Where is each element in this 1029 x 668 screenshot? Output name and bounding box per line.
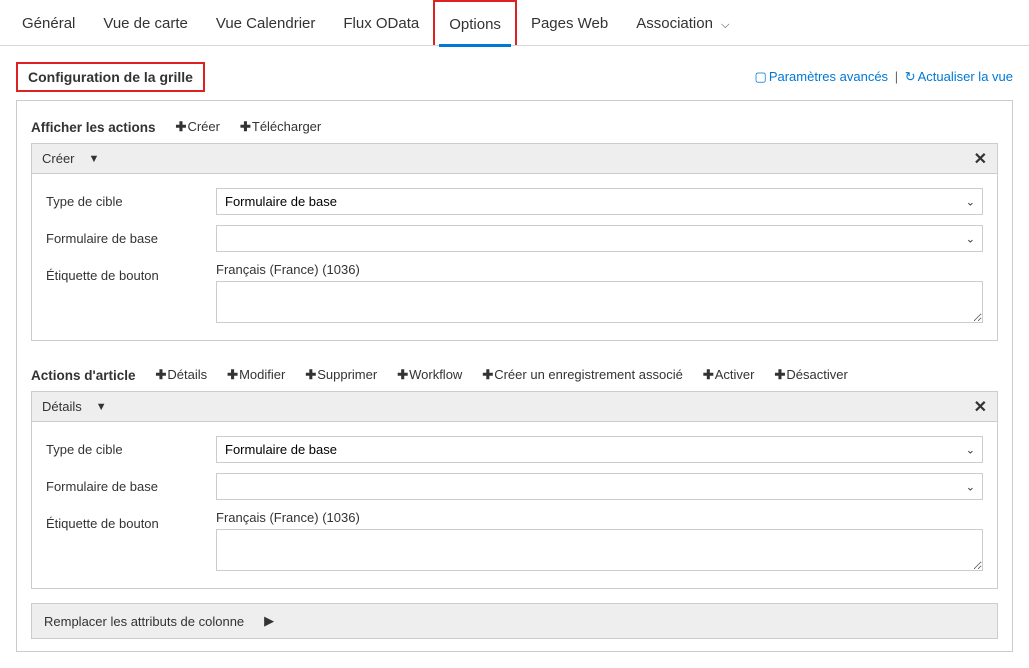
- form-row-target-type: Type de cible ⌄: [46, 188, 983, 215]
- grid-config-heading: Configuration de la grille: [16, 62, 205, 92]
- add-deactivate-label: Désactiver: [786, 367, 847, 382]
- plus-icon: ✚: [774, 367, 785, 382]
- close-icon[interactable]: ✕: [974, 149, 987, 169]
- close-icon[interactable]: ✕: [974, 397, 987, 417]
- add-deactivate-button[interactable]: ✚Désactiver: [774, 367, 847, 383]
- config-panel: Afficher les actions ✚Créer ✚Télécharger…: [16, 100, 1013, 652]
- details-collapse-header[interactable]: Détails ▼ ✕: [31, 391, 998, 422]
- plus-icon: ✚: [240, 119, 251, 134]
- tab-association-label: Association: [636, 15, 713, 32]
- add-download-label: Télécharger: [252, 119, 321, 134]
- base-form-select-2[interactable]: [216, 473, 983, 500]
- form-row-target-type-2: Type de cible ⌄: [46, 436, 983, 463]
- language-label-2: Français (France) (1036): [216, 510, 983, 525]
- add-download-button[interactable]: ✚Télécharger: [240, 119, 321, 135]
- refresh-icon: ↻: [905, 69, 916, 84]
- add-create-assoc-button[interactable]: ✚Créer un enregistrement associé: [482, 367, 683, 383]
- base-form-select[interactable]: [216, 225, 983, 252]
- form-row-button-label-2: Étiquette de bouton Français (France) (1…: [46, 510, 983, 574]
- tab-webpages[interactable]: Pages Web: [517, 1, 622, 44]
- language-label: Français (France) (1036): [216, 262, 983, 277]
- refresh-view-link[interactable]: ↻Actualiser la vue: [905, 69, 1013, 84]
- plus-icon: ✚: [703, 367, 714, 382]
- plus-icon: ✚: [176, 119, 187, 134]
- target-type-select[interactable]: [216, 188, 983, 215]
- replace-columns-label: Remplacer les attributs de colonne: [44, 614, 244, 629]
- add-delete-label: Supprimer: [317, 367, 377, 382]
- header-links: ▢Paramètres avancés | ↻Actualiser la vue: [755, 69, 1013, 85]
- tab-bar: Général Vue de carte Vue Calendrier Flux…: [0, 0, 1029, 46]
- advanced-settings-label: Paramètres avancés: [769, 69, 888, 84]
- plus-icon: ✚: [482, 367, 493, 382]
- add-activate-label: Activer: [715, 367, 755, 382]
- view-actions-title: Afficher les actions: [31, 120, 156, 135]
- target-type-label-2: Type de cible: [46, 436, 216, 457]
- button-label-textarea[interactable]: [216, 281, 983, 323]
- add-workflow-button[interactable]: ✚Workflow: [397, 367, 462, 383]
- caret-right-icon: ▶: [264, 613, 274, 629]
- details-collapse-body: Type de cible ⌄ Formulaire de base ⌄ Éti…: [31, 422, 998, 589]
- tab-calendar[interactable]: Vue Calendrier: [202, 1, 330, 44]
- replace-columns-bar[interactable]: Remplacer les attributs de colonne ▶: [31, 603, 998, 639]
- create-collapse-title: Créer: [42, 151, 75, 166]
- chevron-down-icon: ⌵: [721, 19, 729, 31]
- plus-icon: ✚: [227, 367, 238, 382]
- add-activate-button[interactable]: ✚Activer: [703, 367, 755, 383]
- add-delete-button[interactable]: ✚Supprimer: [305, 367, 377, 383]
- form-row-base-form: Formulaire de base ⌄: [46, 225, 983, 252]
- view-actions-row: Afficher les actions ✚Créer ✚Télécharger: [31, 119, 998, 135]
- button-label-textarea-2[interactable]: [216, 529, 983, 571]
- item-actions-title: Actions d'article: [31, 368, 136, 383]
- add-details-button[interactable]: ✚Détails: [156, 367, 208, 383]
- button-label-label: Étiquette de bouton: [46, 262, 216, 283]
- target-type-label: Type de cible: [46, 188, 216, 209]
- header-row: Configuration de la grille ▢Paramètres a…: [16, 62, 1013, 92]
- tab-odata[interactable]: Flux OData: [329, 1, 433, 44]
- tab-options[interactable]: Options: [433, 0, 517, 45]
- tab-association[interactable]: Association ⌵: [622, 1, 743, 44]
- settings-box-icon: ▢: [755, 69, 767, 84]
- plus-icon: ✚: [305, 367, 316, 382]
- tab-map[interactable]: Vue de carte: [89, 1, 202, 44]
- caret-down-icon: ▼: [89, 153, 100, 165]
- plus-icon: ✚: [397, 367, 408, 382]
- add-details-label: Détails: [167, 367, 207, 382]
- tab-general[interactable]: Général: [8, 1, 89, 44]
- base-form-label-2: Formulaire de base: [46, 473, 216, 494]
- add-create-assoc-label: Créer un enregistrement associé: [494, 367, 683, 382]
- item-actions-row: Actions d'article ✚Détails ✚Modifier ✚Su…: [31, 367, 998, 383]
- create-collapse-body: Type de cible ⌄ Formulaire de base ⌄ Éti…: [31, 174, 998, 341]
- target-type-select-2[interactable]: [216, 436, 983, 463]
- details-collapse-title: Détails: [42, 399, 82, 414]
- form-row-base-form-2: Formulaire de base ⌄: [46, 473, 983, 500]
- base-form-label: Formulaire de base: [46, 225, 216, 246]
- create-collapse-header[interactable]: Créer ▼ ✕: [31, 143, 998, 174]
- add-modify-label: Modifier: [239, 367, 285, 382]
- plus-icon: ✚: [156, 367, 167, 382]
- separator: |: [895, 69, 898, 84]
- refresh-view-label: Actualiser la vue: [918, 69, 1013, 84]
- add-modify-button[interactable]: ✚Modifier: [227, 367, 285, 383]
- main-content: Configuration de la grille ▢Paramètres a…: [0, 62, 1029, 668]
- caret-down-icon: ▼: [96, 401, 107, 413]
- advanced-settings-link[interactable]: ▢Paramètres avancés: [755, 69, 889, 84]
- add-create-button[interactable]: ✚Créer: [176, 119, 220, 135]
- button-label-label-2: Étiquette de bouton: [46, 510, 216, 531]
- add-workflow-label: Workflow: [409, 367, 462, 382]
- form-row-button-label: Étiquette de bouton Français (France) (1…: [46, 262, 983, 326]
- add-create-label: Créer: [187, 119, 220, 134]
